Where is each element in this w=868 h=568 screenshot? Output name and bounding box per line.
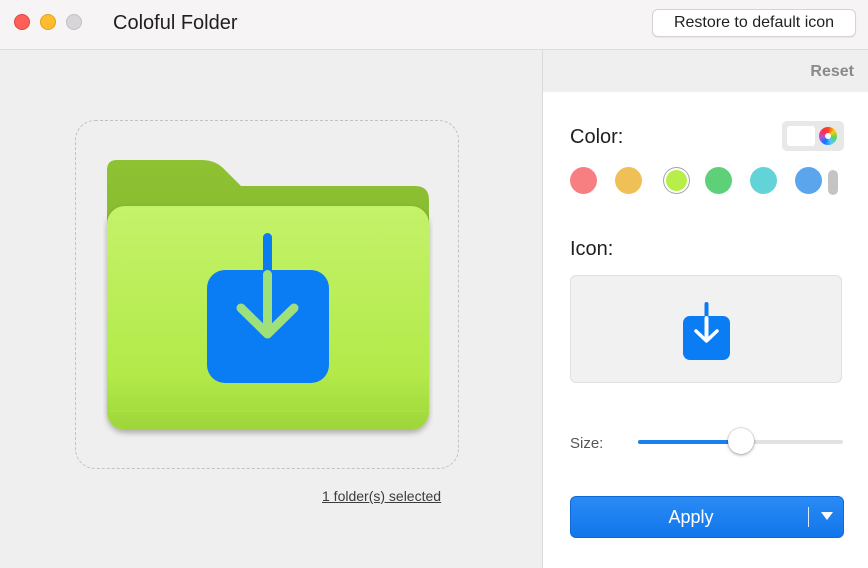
folder-icon [107,160,429,430]
title-bar: Coloful Folder Restore to default icon [0,0,868,50]
icon-preview-box[interactable] [570,275,842,383]
close-window-button[interactable] [14,14,30,30]
apply-separator [808,507,809,527]
swatch-teal[interactable] [750,167,777,194]
minimize-window-button[interactable] [40,14,56,30]
swatch-blue[interactable] [795,167,822,194]
window-title: Coloful Folder [113,12,238,34]
apply-button[interactable]: Apply [570,496,844,538]
size-label: Size: [570,435,604,452]
apply-button-label: Apply [668,507,714,527]
chevron-down-icon[interactable] [820,511,834,521]
icon-label: Icon: [570,238,614,260]
settings-panel: Color: Icon: Size: Apply [543,92,868,568]
swatch-red[interactable] [570,167,597,194]
folder-preview-pane: 1 folder(s) selected [0,50,542,568]
swatch-green[interactable] [705,167,732,194]
zoom-window-button[interactable] [66,14,82,30]
reset-bar: Reset [543,50,868,92]
download-arrow-icon [683,302,730,360]
color-label: Color: [570,126,624,148]
size-slider-fill [638,440,741,444]
selected-folders-link[interactable]: 1 folder(s) selected [322,488,441,504]
restore-default-icon-button[interactable]: Restore to default icon [652,9,856,37]
swatch-yellow[interactable] [615,167,642,194]
size-slider[interactable] [638,428,843,454]
color-wheel-icon [819,127,837,145]
custom-color-well [787,126,815,146]
color-picker-button[interactable] [782,121,844,151]
size-slider-knob[interactable] [727,428,754,454]
reset-button[interactable]: Reset [810,63,854,81]
swatch-lime[interactable] [666,170,687,191]
swatch-scrollbar[interactable] [828,170,838,195]
